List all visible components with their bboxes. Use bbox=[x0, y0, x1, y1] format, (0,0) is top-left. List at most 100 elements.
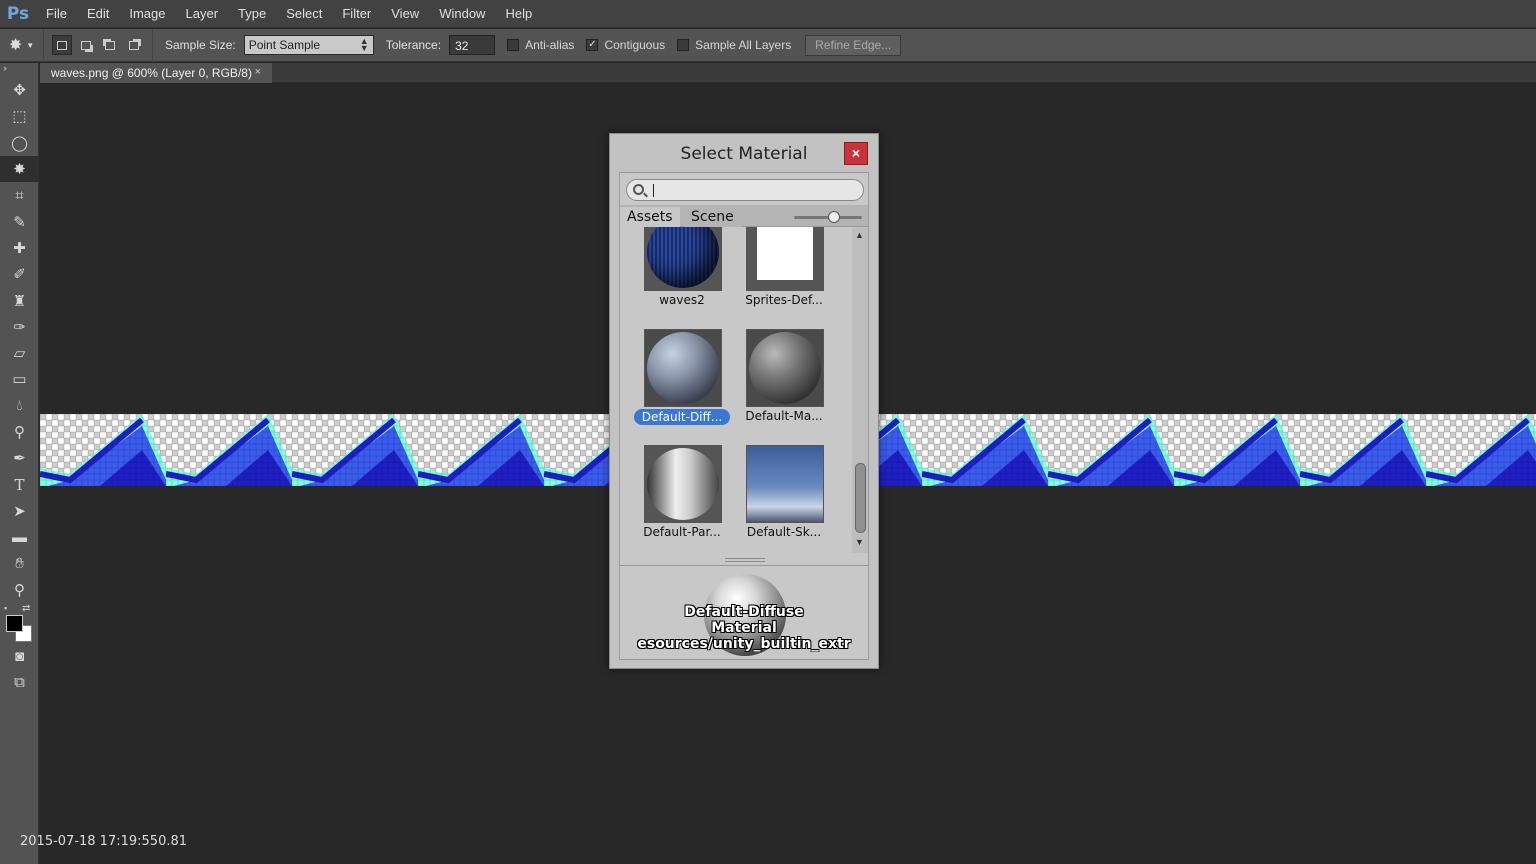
lasso-tool[interactable]: ◯ bbox=[0, 130, 39, 156]
anti-alias-label: Anti-alias bbox=[525, 38, 575, 52]
gradient-tool[interactable]: ▭ bbox=[0, 366, 39, 392]
subtract-selection-icon bbox=[105, 40, 115, 50]
healing-brush-tool[interactable]: ✚ bbox=[0, 235, 39, 261]
menu-file[interactable]: File bbox=[36, 0, 77, 28]
material-item[interactable]: Default-Par... bbox=[620, 405, 722, 539]
preview-splitter-handle[interactable] bbox=[725, 558, 765, 562]
add-selection-icon bbox=[81, 40, 91, 50]
dodge-tool[interactable]: ⚲ bbox=[0, 419, 39, 445]
tools-panel: ›› ✥ ⬚ ◯ ✸ ⌗ ✎ ✚ ✐ ♜ ✑ ▱ ▭ 💧︎ ⚲ ✒ T ➤ ▬ … bbox=[0, 63, 39, 864]
material-preview: Default-Diffuse Material esources/unity_… bbox=[620, 565, 868, 659]
magic-wand-tool[interactable]: ✸ bbox=[0, 155, 39, 183]
material-item[interactable]: Sprites-Def... bbox=[722, 227, 824, 307]
dodge-icon: ⚲ bbox=[14, 424, 25, 441]
close-button[interactable]: × bbox=[844, 142, 868, 165]
rectangle-tool[interactable]: ▬ bbox=[0, 524, 39, 550]
hand-tool[interactable]: ✋︎ bbox=[0, 550, 39, 576]
move-tool[interactable]: ✥ bbox=[0, 77, 39, 103]
dialog-content: Assets Scene waves2 Sprites-Def... Defau… bbox=[619, 172, 869, 660]
marquee-tool[interactable]: ⬚ bbox=[0, 103, 39, 129]
menu-view[interactable]: View bbox=[381, 0, 429, 28]
refine-edge-button[interactable]: Refine Edge... bbox=[805, 34, 902, 56]
brush-icon: ✐ bbox=[13, 266, 26, 284]
material-thumbnail bbox=[746, 329, 824, 407]
document-tab-bar: waves.png @ 600% (Layer 0, RGB/8) × bbox=[40, 63, 1536, 83]
sample-all-layers-label: Sample All Layers bbox=[695, 38, 792, 52]
close-icon[interactable]: × bbox=[255, 66, 261, 80]
path-selection-tool[interactable]: ➤ bbox=[0, 498, 39, 524]
tab-assets[interactable]: Assets bbox=[620, 207, 680, 227]
scroll-up-arrow-icon[interactable]: ▲ bbox=[855, 230, 864, 240]
scroll-down-arrow-icon[interactable]: ▼ bbox=[855, 537, 864, 547]
document-tab[interactable]: waves.png @ 600% (Layer 0, RGB/8) × bbox=[40, 63, 272, 83]
menu-image[interactable]: Image bbox=[119, 0, 175, 28]
scrollbar[interactable]: ▲ ▼ bbox=[852, 227, 868, 553]
menu-type[interactable]: Type bbox=[228, 0, 276, 28]
magic-wand-icon: ✸ bbox=[8, 37, 23, 54]
select-material-dialog: Select Material × Assets Scene waves2 Sp… bbox=[609, 133, 879, 669]
new-selection-button[interactable] bbox=[52, 35, 72, 55]
preview-path: esources/unity_builtin_extr bbox=[637, 636, 851, 652]
contiguous-checkbox[interactable]: ✓ Contiguous bbox=[586, 38, 665, 52]
intersect-selection-button[interactable] bbox=[124, 35, 144, 55]
tool-preset-picker[interactable]: ✸ ▼ bbox=[0, 28, 44, 62]
search-input[interactable] bbox=[626, 179, 864, 201]
sample-size-value: Point Sample bbox=[248, 38, 321, 52]
timestamp: 2015-07-18 17:19:550.81 bbox=[20, 834, 188, 849]
text-caret bbox=[653, 184, 654, 197]
clone-stamp-tool[interactable]: ♜ bbox=[0, 287, 39, 313]
eyedropper-icon: ✎ bbox=[13, 213, 26, 231]
scrollbar-thumb[interactable] bbox=[855, 463, 866, 533]
quick-mask-button[interactable]: ◙ bbox=[0, 643, 39, 669]
swap-colors-icon[interactable]: ⇄ bbox=[22, 603, 30, 614]
eyedropper-tool[interactable]: ✎ bbox=[0, 208, 39, 234]
material-item[interactable]: waves2 bbox=[620, 227, 722, 307]
subtract-from-selection-button[interactable] bbox=[100, 35, 120, 55]
gradient-icon: ▭ bbox=[12, 371, 27, 389]
slider-knob[interactable] bbox=[828, 211, 840, 223]
menu-layer[interactable]: Layer bbox=[176, 0, 229, 28]
checkbox-empty-icon bbox=[677, 39, 690, 51]
screen-mode-button[interactable]: ⧉ bbox=[0, 669, 39, 695]
eraser-icon: ▱ bbox=[13, 345, 26, 363]
updown-arrow-icon: ▲ ▼ bbox=[359, 36, 369, 53]
add-to-selection-button[interactable] bbox=[76, 35, 96, 55]
zoom-tool[interactable]: ⚲ bbox=[0, 577, 39, 603]
document-tab-title: waves.png @ 600% (Layer 0, RGB/8) bbox=[51, 66, 252, 80]
quick-mask-icon: ◙ bbox=[14, 647, 25, 665]
material-item[interactable]: Default-Ma... bbox=[722, 289, 824, 423]
brush-tool[interactable]: ✐ bbox=[0, 261, 39, 287]
eraser-tool[interactable]: ▱ bbox=[0, 340, 39, 366]
checkmark-icon: ✓ bbox=[586, 39, 599, 51]
type-tool[interactable]: T bbox=[0, 471, 39, 497]
blur-icon: 💧︎ bbox=[16, 397, 23, 415]
marquee-icon: ⬚ bbox=[12, 108, 27, 126]
default-colors-icon[interactable]: ▪ bbox=[4, 603, 7, 613]
tolerance-input[interactable]: 32 bbox=[449, 35, 496, 55]
history-brush-tool[interactable]: ✑ bbox=[0, 314, 39, 340]
material-item[interactable]: Default-Diff... bbox=[620, 289, 730, 425]
tab-scene[interactable]: Scene bbox=[684, 207, 741, 227]
blur-tool[interactable]: 💧︎ bbox=[0, 393, 39, 419]
anti-alias-checkbox[interactable]: Anti-alias bbox=[507, 38, 574, 52]
crop-tool[interactable]: ⌗ bbox=[0, 182, 39, 208]
foreground-color-swatch[interactable] bbox=[6, 614, 23, 632]
menu-edit[interactable]: Edit bbox=[77, 0, 119, 28]
contiguous-label: Contiguous bbox=[604, 38, 666, 52]
material-item[interactable]: Default-Sk... bbox=[722, 405, 824, 539]
menu-select[interactable]: Select bbox=[276, 0, 332, 28]
sample-size-select[interactable]: Point Sample ▲ ▼ bbox=[243, 35, 374, 55]
menu-help[interactable]: Help bbox=[495, 0, 542, 28]
sample-all-layers-checkbox[interactable]: Sample All Layers bbox=[677, 38, 791, 52]
sample-size-label: Sample Size: bbox=[165, 38, 236, 52]
pen-icon: ✒ bbox=[13, 450, 26, 468]
color-swatches: ▪ ⇄ bbox=[0, 603, 38, 643]
pen-tool[interactable]: ✒ bbox=[0, 445, 39, 471]
menu-window[interactable]: Window bbox=[429, 0, 495, 28]
dialog-title: Select Material bbox=[610, 134, 878, 172]
tab-bar: Assets Scene bbox=[620, 205, 868, 227]
menu-filter[interactable]: Filter bbox=[332, 0, 381, 28]
material-name: Default-Sk... bbox=[746, 525, 822, 539]
preview-material-name: Default-Diffuse bbox=[684, 604, 804, 620]
panel-collapse-icon[interactable]: ›› bbox=[0, 63, 38, 77]
